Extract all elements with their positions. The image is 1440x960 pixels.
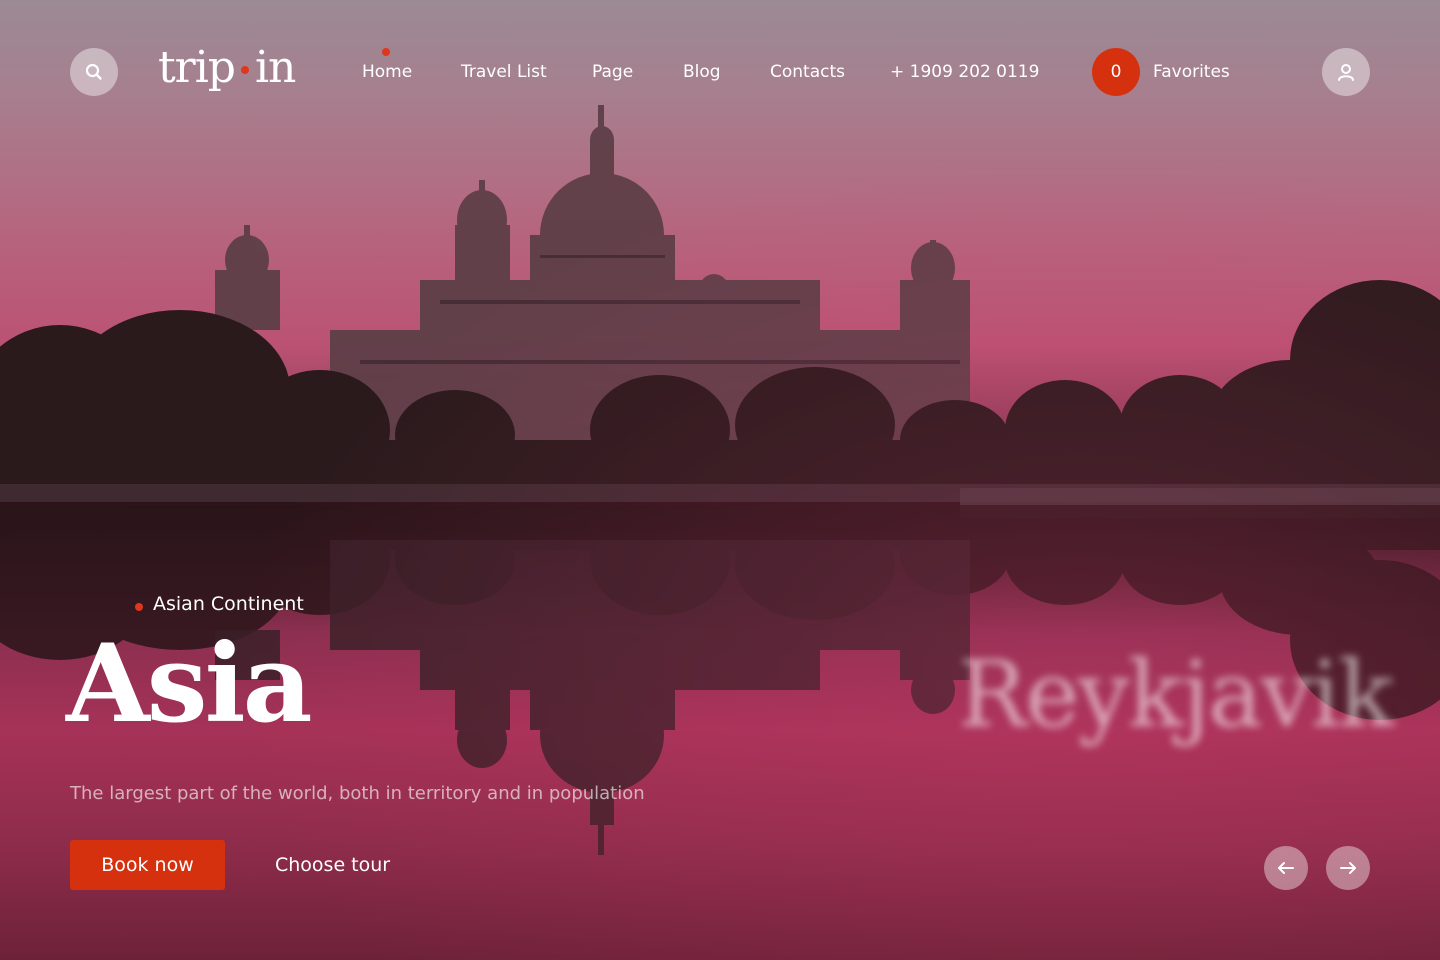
user-account-button[interactable] <box>1322 48 1370 96</box>
choose-tour-link[interactable]: Choose tour <box>275 851 390 879</box>
favorites-count-badge[interactable]: 0 <box>1092 48 1140 96</box>
arrow-left-icon <box>1278 862 1294 874</box>
prev-slide-button[interactable] <box>1264 846 1308 890</box>
next-destination-preview: Reykjavik <box>958 641 1394 748</box>
search-button[interactable] <box>70 48 118 96</box>
logo-text-right: in <box>254 42 296 93</box>
hero-description: The largest part of the world, both in t… <box>70 783 645 804</box>
hero-title: Asia <box>66 621 313 747</box>
logo[interactable]: trip in <box>158 40 296 96</box>
hero-eyebrow: Asian Continent <box>153 593 304 615</box>
eyebrow-dot <box>135 603 143 611</box>
nav-item-page[interactable]: Page <box>592 60 633 84</box>
nav-active-indicator <box>382 48 390 56</box>
logo-text-left: trip <box>158 42 236 93</box>
nav-item-contacts[interactable]: Contacts <box>770 60 845 84</box>
search-icon <box>85 63 102 80</box>
next-slide-button[interactable] <box>1326 846 1370 890</box>
nav-item-phone[interactable]: + 1909 202 0119 <box>890 60 1039 84</box>
user-icon <box>1338 64 1354 81</box>
hero-section: trip in Home Travel List Page Blog Conta… <box>0 0 1440 960</box>
nav-item-blog[interactable]: Blog <box>683 60 721 84</box>
nav-item-home[interactable]: Home <box>362 60 412 84</box>
background-photo <box>0 105 1440 855</box>
arrow-right-icon <box>1340 862 1356 874</box>
favorites-link[interactable]: Favorites <box>1153 60 1230 84</box>
book-now-button[interactable]: Book now <box>70 840 225 890</box>
nav-item-travel-list[interactable]: Travel List <box>461 60 547 84</box>
logo-dot <box>240 66 249 74</box>
